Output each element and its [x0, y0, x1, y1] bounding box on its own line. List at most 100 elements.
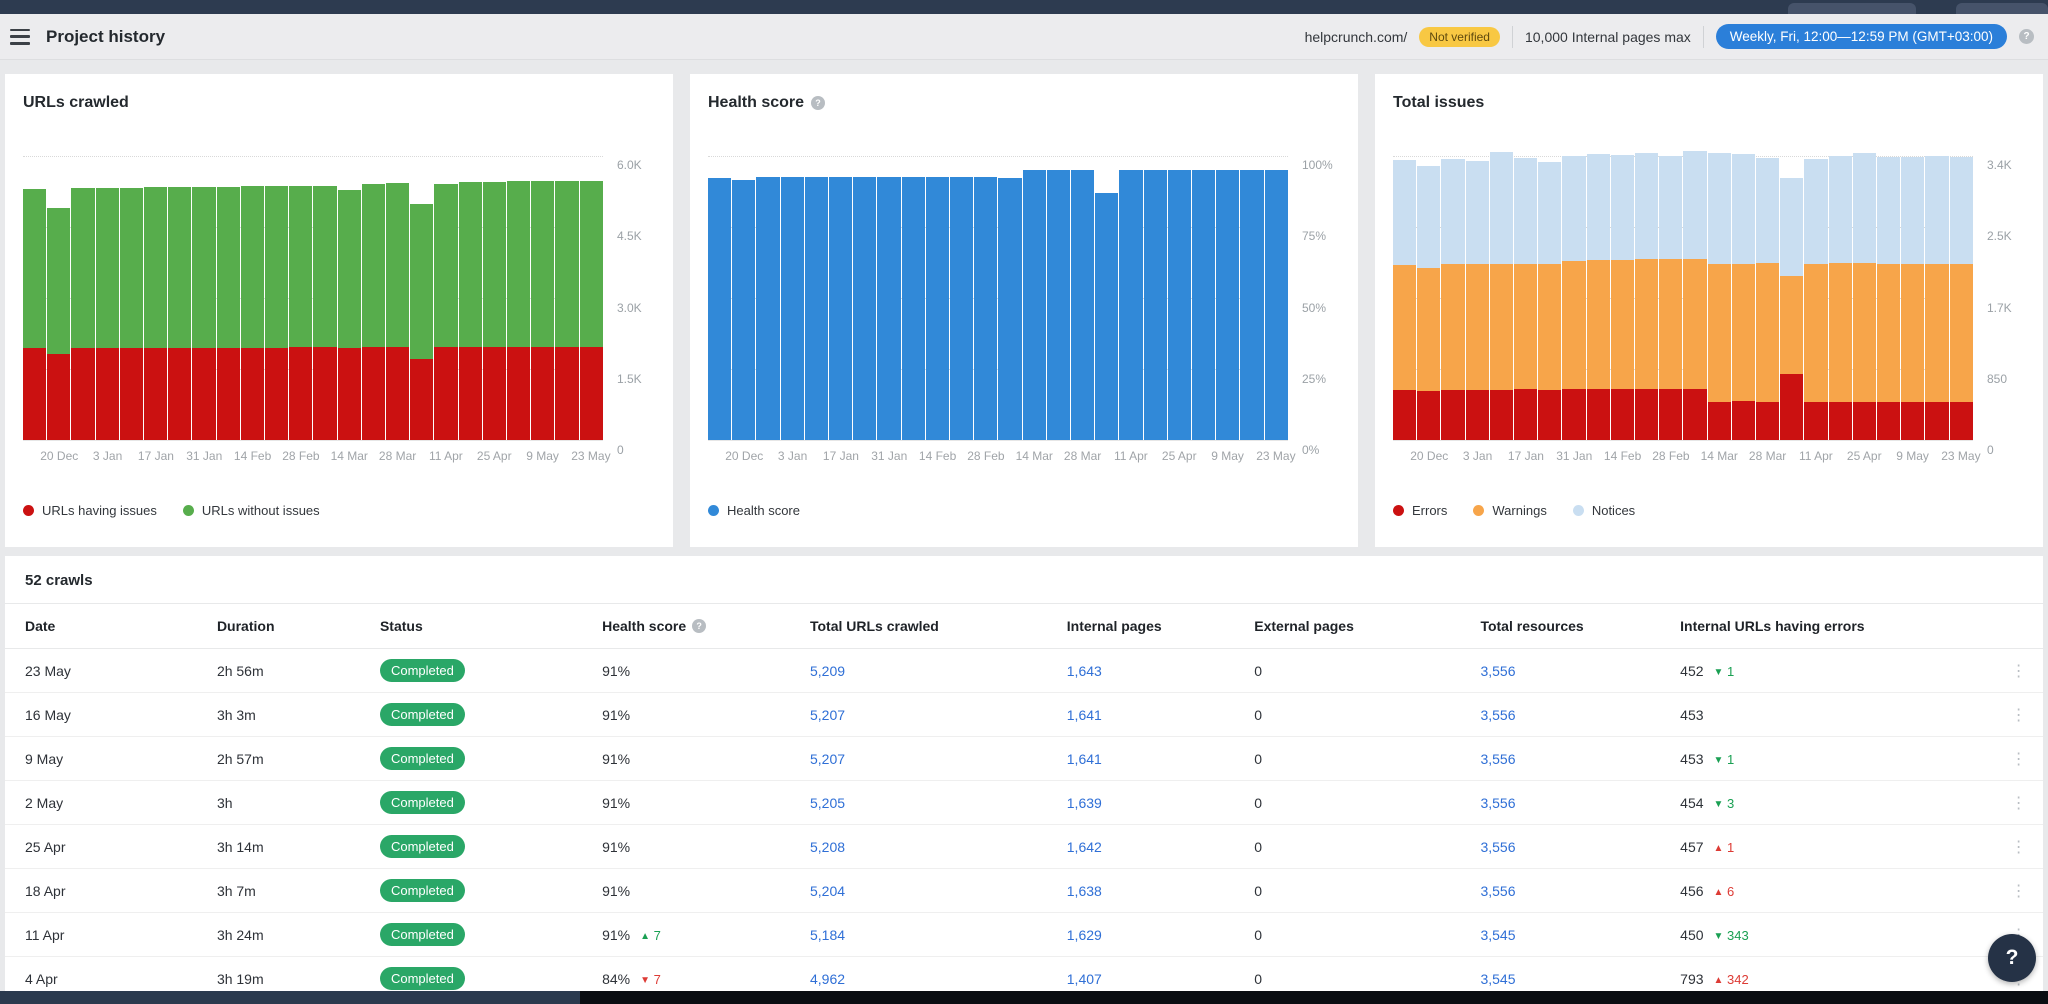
bar[interactable]: [1071, 156, 1094, 440]
bar[interactable]: [1265, 156, 1288, 440]
bar[interactable]: [1925, 156, 1948, 440]
bar[interactable]: [96, 156, 119, 440]
bar[interactable]: [386, 156, 409, 440]
bar[interactable]: [1192, 156, 1215, 440]
bar[interactable]: [1683, 156, 1706, 440]
internal-pages-link[interactable]: 1,639: [1067, 795, 1102, 811]
bar[interactable]: [1611, 156, 1634, 440]
bar[interactable]: [1829, 156, 1852, 440]
bar[interactable]: [1901, 156, 1924, 440]
bar[interactable]: [144, 156, 167, 440]
bar[interactable]: [1393, 156, 1416, 440]
legend-item[interactable]: Warnings: [1473, 503, 1546, 518]
bar[interactable]: [877, 156, 900, 440]
internal-pages-link[interactable]: 1,629: [1067, 927, 1102, 943]
bar[interactable]: [805, 156, 828, 440]
schedule-button[interactable]: Weekly, Fri, 12:00—12:59 PM (GMT+03:00): [1716, 24, 2007, 49]
total-resources-link[interactable]: 3,545: [1480, 971, 1515, 987]
internal-pages-link[interactable]: 1,643: [1067, 663, 1102, 679]
bar[interactable]: [926, 156, 949, 440]
bar[interactable]: [1587, 156, 1610, 440]
total-urls-link[interactable]: 5,205: [810, 795, 845, 811]
bar[interactable]: [1732, 156, 1755, 440]
bar[interactable]: [507, 156, 530, 440]
total-resources-link[interactable]: 3,545: [1480, 927, 1515, 943]
total-urls-link[interactable]: 5,209: [810, 663, 845, 679]
legend-item[interactable]: URLs without issues: [183, 503, 320, 518]
row-menu-kebab-icon[interactable]: ⋮: [2002, 869, 2043, 913]
horizontal-scrollbar[interactable]: [0, 991, 2048, 1004]
bar[interactable]: [1417, 156, 1440, 440]
scrollbar-thumb[interactable]: [580, 991, 2048, 1004]
help-icon[interactable]: ?: [692, 619, 706, 633]
bar[interactable]: [410, 156, 433, 440]
bar[interactable]: [192, 156, 215, 440]
total-resources-link[interactable]: 3,556: [1480, 883, 1515, 899]
bar[interactable]: [781, 156, 804, 440]
total-urls-link[interactable]: 5,207: [810, 751, 845, 767]
bar[interactable]: [1095, 156, 1118, 440]
bar[interactable]: [362, 156, 385, 440]
help-icon[interactable]: ?: [811, 96, 825, 110]
bar[interactable]: [1023, 156, 1046, 440]
bar[interactable]: [23, 156, 46, 440]
bar[interactable]: [829, 156, 852, 440]
legend-item[interactable]: Errors: [1393, 503, 1447, 518]
bar[interactable]: [1441, 156, 1464, 440]
bar[interactable]: [289, 156, 312, 440]
row-menu-kebab-icon[interactable]: ⋮: [2002, 781, 2043, 825]
bar[interactable]: [265, 156, 288, 440]
row-menu-kebab-icon[interactable]: ⋮: [2002, 737, 2043, 781]
bar[interactable]: [902, 156, 925, 440]
bar[interactable]: [1538, 156, 1561, 440]
bar[interactable]: [708, 156, 731, 440]
bar[interactable]: [1240, 156, 1263, 440]
bar[interactable]: [71, 156, 94, 440]
total-urls-link[interactable]: 5,204: [810, 883, 845, 899]
bar[interactable]: [1514, 156, 1537, 440]
bar[interactable]: [950, 156, 973, 440]
support-help-fab[interactable]: ?: [1988, 934, 2036, 982]
bar[interactable]: [459, 156, 482, 440]
bar[interactable]: [1490, 156, 1513, 440]
bar[interactable]: [1168, 156, 1191, 440]
bar[interactable]: [1780, 156, 1803, 440]
bar[interactable]: [168, 156, 191, 440]
bar[interactable]: [241, 156, 264, 440]
bar[interactable]: [555, 156, 578, 440]
total-urls-link[interactable]: 4,962: [810, 971, 845, 987]
total-urls-link[interactable]: 5,208: [810, 839, 845, 855]
help-icon[interactable]: ?: [2019, 29, 2034, 44]
browser-tab[interactable]: [1788, 3, 1916, 14]
bar[interactable]: [434, 156, 457, 440]
bar[interactable]: [1659, 156, 1682, 440]
total-resources-link[interactable]: 3,556: [1480, 795, 1515, 811]
bar[interactable]: [1853, 156, 1876, 440]
bar[interactable]: [217, 156, 240, 440]
internal-pages-link[interactable]: 1,642: [1067, 839, 1102, 855]
total-resources-link[interactable]: 3,556: [1480, 707, 1515, 723]
bar[interactable]: [1635, 156, 1658, 440]
bar[interactable]: [580, 156, 603, 440]
browser-tab[interactable]: [1956, 3, 2048, 14]
bar[interactable]: [756, 156, 779, 440]
bar[interactable]: [483, 156, 506, 440]
total-resources-link[interactable]: 3,556: [1480, 751, 1515, 767]
total-resources-link[interactable]: 3,556: [1480, 839, 1515, 855]
bar[interactable]: [1216, 156, 1239, 440]
legend-item[interactable]: URLs having issues: [23, 503, 157, 518]
bar[interactable]: [120, 156, 143, 440]
bar[interactable]: [1756, 156, 1779, 440]
bar[interactable]: [531, 156, 554, 440]
bar[interactable]: [998, 156, 1021, 440]
bar[interactable]: [1119, 156, 1142, 440]
bar[interactable]: [338, 156, 361, 440]
bar[interactable]: [1950, 156, 1973, 440]
menu-icon[interactable]: [10, 29, 30, 45]
bar[interactable]: [974, 156, 997, 440]
legend-item[interactable]: Notices: [1573, 503, 1635, 518]
row-menu-kebab-icon[interactable]: ⋮: [2002, 649, 2043, 693]
bar[interactable]: [313, 156, 336, 440]
bar[interactable]: [47, 156, 70, 440]
bar[interactable]: [1562, 156, 1585, 440]
